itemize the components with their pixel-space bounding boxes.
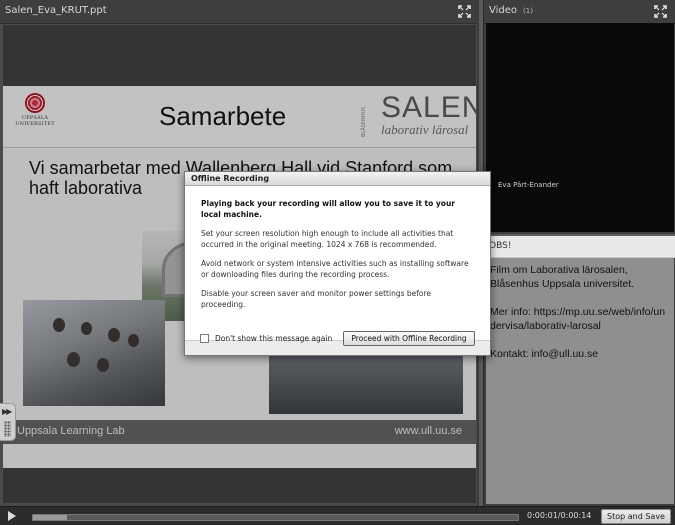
video-pod-header: Video (1) bbox=[484, 0, 675, 24]
video-pod-title-text: Video bbox=[489, 5, 518, 16]
fullscreen-icon[interactable] bbox=[458, 5, 471, 18]
dont-show-again-label[interactable]: Don't show this message again bbox=[215, 334, 332, 343]
playback-bar: 0:00:01/0:00:14 Stop and Save bbox=[0, 506, 675, 525]
play-icon[interactable] bbox=[8, 511, 16, 521]
share-pod-header: Salen_Eva_KRUT.ppt bbox=[0, 0, 477, 24]
video-pod: Video (1) Eva Pärt-Enander bbox=[483, 0, 675, 234]
offline-recording-dialog: Offline Recording Playing back your reco… bbox=[184, 171, 491, 356]
playback-scrubber[interactable] bbox=[32, 514, 519, 521]
dialog-paragraph: Set your screen resolution high enough t… bbox=[201, 229, 454, 249]
expand-arrows-icon: ▶▶ bbox=[2, 407, 12, 416]
notes-paragraph: Mer info: https://mp.uu.se/web/info/unde… bbox=[490, 306, 666, 332]
playback-time: 0:00:01/0:00:14 bbox=[527, 511, 592, 520]
dont-show-again-checkbox[interactable] bbox=[200, 334, 209, 343]
notes-paragraph: Film om Laborativa lärosalen, Blåsenhus … bbox=[490, 264, 635, 290]
proceed-offline-recording-button[interactable]: Proceed with Offline Recording bbox=[343, 331, 475, 346]
share-pod-title: Salen_Eva_KRUT.ppt bbox=[5, 5, 107, 16]
video-feed: Eva Pärt-Enander bbox=[486, 23, 674, 232]
drag-grip-icon bbox=[4, 421, 11, 437]
side-panel-toggle[interactable]: ▶▶ bbox=[0, 403, 16, 441]
video-pod-count: (1) bbox=[523, 7, 533, 15]
video-pod-title: Video (1) bbox=[489, 5, 533, 16]
notes-paragraph: Kontakt: info@ull.uu.se bbox=[490, 348, 599, 360]
notes-pod-header: OBS! bbox=[484, 236, 675, 258]
stop-and-save-button[interactable]: Stop and Save bbox=[601, 509, 671, 524]
dialog-body: Playing back your recording will allow y… bbox=[185, 186, 490, 341]
dialog-title: Offline Recording bbox=[185, 172, 490, 186]
notes-pod-title: OBS! bbox=[489, 241, 512, 251]
playback-progress bbox=[33, 515, 67, 520]
dialog-headline: Playing back your recording will allow y… bbox=[201, 199, 455, 219]
fullscreen-icon[interactable] bbox=[654, 5, 667, 18]
notes-pod: OBS! Film om Laborativa lärosalen, Blåse… bbox=[483, 236, 675, 506]
notes-body: Film om Laborativa lärosalen, Blåsenhus … bbox=[486, 258, 674, 504]
dialog-paragraph: Disable your screen saver and monitor po… bbox=[201, 289, 432, 309]
video-participant-name: Eva Pärt-Enander bbox=[498, 181, 559, 189]
dialog-paragraph: Avoid network or system intensive activi… bbox=[201, 259, 469, 279]
